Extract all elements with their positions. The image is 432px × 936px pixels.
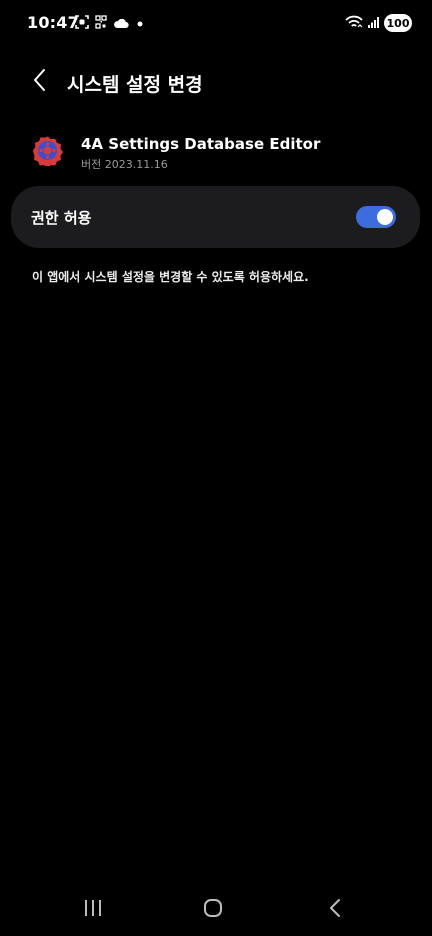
home-icon (203, 898, 223, 922)
status-time: 10:47 (27, 13, 79, 32)
recents-icon (83, 899, 103, 921)
permission-toggle-row[interactable]: 권한 허용 (11, 186, 420, 248)
app-version: 버전 2023.11.16 (81, 158, 168, 171)
notification-dot-icon (135, 14, 145, 33)
nav-back-button[interactable] (315, 896, 355, 924)
navigation-bar (0, 890, 432, 930)
app-name: 4A Settings Database Editor (81, 135, 321, 153)
toggle-knob (377, 209, 393, 225)
back-button[interactable] (22, 64, 58, 100)
status-bar: 10:47 100 (0, 0, 432, 46)
back-icon (328, 898, 342, 922)
header: 시스템 설정 변경 (0, 58, 432, 106)
recents-button[interactable] (73, 896, 113, 924)
chevron-left-icon (32, 68, 48, 96)
signal-icon (367, 14, 380, 33)
permission-description: 이 앱에서 시스템 설정을 변경할 수 있도록 허용하세요. (32, 270, 309, 284)
battery-level: 100 (384, 14, 412, 32)
permission-toggle-switch[interactable] (356, 206, 396, 228)
app-info: 4A Settings Database Editor 버전 2023.11.1… (0, 128, 432, 176)
page-title: 시스템 설정 변경 (67, 74, 203, 96)
screenshot-icon (75, 14, 89, 33)
permission-label: 권한 허용 (31, 209, 92, 227)
status-left-icons (75, 14, 145, 32)
home-button[interactable] (193, 896, 233, 924)
status-right-icons: 100 (345, 12, 412, 34)
cloud-icon (113, 14, 129, 33)
wifi-icon (345, 14, 363, 33)
app-icon (32, 135, 64, 168)
qr-scan-icon (95, 14, 107, 33)
